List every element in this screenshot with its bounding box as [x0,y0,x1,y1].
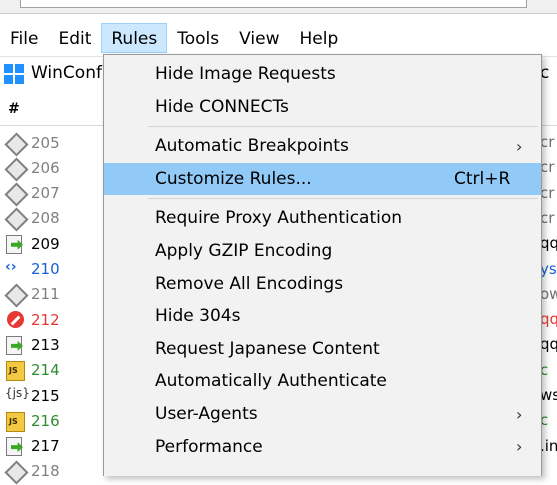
menu-item-user-agents[interactable]: User-Agents › [104,398,541,430]
menu-rules[interactable]: Rules [101,23,168,53]
table-row[interactable]: ‹› 210 [0,257,110,282]
table-row[interactable]: 209 [0,231,110,256]
menu-separator [148,198,538,200]
session-id: 208 [31,209,60,228]
request-diamond-icon [5,284,27,304]
title-strip [0,0,557,14]
session-id: 214 [31,361,60,380]
json-icon: {js} [5,385,30,400]
title-input-frame [20,0,527,8]
menu-item-remove-all-encodings[interactable]: Remove All Encodings [104,268,541,300]
menu-help[interactable]: Help [289,23,348,53]
table-row[interactable]: 205 [0,130,110,155]
menu-item-automatic-breakpoints[interactable]: Automatic Breakpoints › [104,130,541,162]
session-id: 206 [31,158,60,177]
submenu-arrow-icon: › [516,437,523,457]
menu-item-customize-rules[interactable]: Customize Rules... Ctrl+R [104,162,541,195]
response-arrow-icon [5,436,27,457]
session-id: 211 [31,285,60,304]
table-row[interactable]: {js} 215 [0,383,110,408]
menu-item-hide-304s[interactable]: Hide 304s [104,300,541,332]
menu-item-label: Request Japanese Content [155,338,380,359]
table-row[interactable]: 213 [0,332,110,357]
session-id: 205 [31,133,60,152]
session-right-fragment: ysi [540,259,557,278]
submenu-arrow-icon: › [516,136,523,156]
table-row[interactable]: 208 [0,206,110,231]
session-id: 215 [31,386,60,405]
session-id: 212 [31,310,60,329]
session-id: 213 [31,335,60,354]
column-header-number[interactable]: # [8,101,20,117]
menu-item-label: Automatic Breakpoints [155,136,349,157]
menu-item-request-japanese-content[interactable]: Request Japanese Content [104,333,541,365]
menu-item-label: Remove All Encodings [155,273,344,294]
menu-item-hide-image-requests[interactable]: Hide Image Requests [104,58,541,90]
session-id: 217 [31,437,60,456]
menu-item-apply-gzip-encoding[interactable]: Apply GZIP Encoding [104,235,541,267]
menu-separator [148,126,538,128]
menu-view[interactable]: View [229,23,289,53]
session-right-fragment: cr [540,133,555,151]
request-diamond-icon [5,158,27,178]
menu-item-label: Hide Image Requests [155,64,336,84]
menu-file[interactable]: File [0,23,48,53]
websocket-arrows-icon: ‹› [5,259,17,275]
menu-edit[interactable]: Edit [48,23,101,53]
menu-item-label: Hide CONNECTs [155,96,289,117]
session-right-fragment: cr [540,183,555,202]
menu-bar: File Edit Rules Tools View Help [0,22,557,54]
session-right-fragment: qq [540,310,557,329]
session-right-fragment: cr [540,208,555,227]
response-arrow-icon [5,335,27,355]
table-row[interactable]: 212 [0,307,110,332]
menu-item-performance[interactable]: Performance › [104,431,541,463]
table-row[interactable]: 217 [0,434,110,459]
menu-item-label: Hide 304s [155,306,241,327]
menu-item-label: Customize Rules... [155,168,312,189]
session-right-fragment: ws [540,386,557,404]
session-id: 218 [31,462,60,481]
menu-item-shortcut: Ctrl+R [454,168,511,189]
submenu-arrow-icon: › [516,404,523,424]
request-diamond-icon [5,133,27,153]
table-row[interactable]: 206 [0,155,110,180]
request-diamond-icon [5,208,27,228]
session-right-fragment: .in [540,436,557,455]
table-row[interactable]: 218 [0,459,110,484]
javascript-file-icon [5,411,27,432]
session-id: 209 [31,234,60,253]
javascript-file-icon [5,360,27,382]
menu-tools[interactable]: Tools [167,23,229,53]
menu-item-label: User-Agents [155,404,258,424]
session-right-fragment: ow [540,284,557,303]
menu-item-automatically-authenticate[interactable]: Automatically Authenticate [104,365,541,397]
menu-item-label: Apply GZIP Encoding [155,241,333,261]
session-right-fragment: qq [540,335,557,354]
session-id: 207 [31,184,60,203]
table-row[interactable]: 214 [0,358,110,383]
table-row[interactable]: 216 [0,408,110,433]
table-row[interactable]: 211 [0,282,110,307]
blocked-icon [5,310,27,330]
session-right-fragment: qq [540,234,557,253]
request-diamond-icon [5,183,27,203]
winconfig-button[interactable]: WinConf [31,63,102,83]
menu-item-hide-connects[interactable]: Hide CONNECTs [104,91,541,123]
menu-item-label: Require Proxy Authentication [155,208,403,229]
menu-item-label: Automatically Authenticate [155,371,387,392]
session-id: 210 [31,260,60,278]
session-right-fragment: cr [540,158,555,177]
response-arrow-icon [5,234,27,254]
windows-logo-icon [4,64,24,84]
menu-item-label: Performance [155,436,263,457]
session-id: 216 [31,411,60,430]
table-row[interactable]: 207 [0,181,110,206]
request-diamond-icon [5,461,27,481]
rules-dropdown-menu: Hide Image Requests Hide CONNECTs Automati… [103,54,542,476]
menu-item-require-proxy-authentication[interactable]: Require Proxy Authentication [104,202,541,234]
